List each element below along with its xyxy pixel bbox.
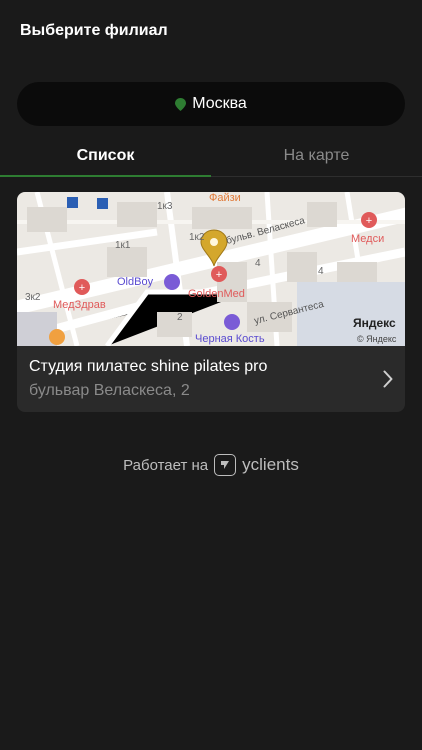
svg-text:+: +: [216, 269, 222, 281]
view-tabs: Список На карте: [0, 140, 422, 177]
powered-by-label: Работает на: [123, 456, 209, 474]
map-copyright: © Яндекс: [357, 334, 397, 344]
map-label-b3: 1к2: [189, 232, 205, 243]
branch-map-preview: + + + Файзи Медси OldBoy GoldenMed МедЗд…: [17, 192, 405, 346]
map-label-goldenmed: GoldenMed: [188, 288, 245, 300]
map-label-medzdrav: МедЗдрав: [53, 299, 106, 311]
tab-list[interactable]: Список: [0, 140, 211, 177]
map-label-n4b: 4: [318, 266, 324, 277]
map-label-oldboy: OldBoy: [117, 276, 154, 288]
tab-map[interactable]: На карте: [211, 140, 422, 176]
branch-address: бульвар Веласкеса, 2: [29, 382, 190, 399]
svg-text:+: +: [79, 282, 85, 294]
yandex-logo: Яндекс: [353, 316, 396, 330]
city-label: Москва: [192, 95, 247, 112]
map-label-chernaya: Черная Кость: [195, 333, 265, 345]
page-title: Выберите филиал: [20, 22, 168, 39]
brand-name: yclients: [242, 455, 299, 474]
city-selector-button[interactable]: Москва: [17, 82, 405, 126]
map-label-n4a: 4: [255, 258, 261, 269]
chevron-right-icon: [383, 370, 393, 388]
map-label-b4: 3к2: [25, 292, 41, 303]
map-label-b2: 1к1: [115, 240, 131, 251]
map-label-n2: 2: [177, 312, 183, 323]
map-label-faizi: Файзи: [209, 192, 241, 204]
branch-name: Студия пилатес shine pilates pro: [29, 358, 268, 375]
location-pin-icon: [175, 97, 187, 111]
branch-info: Студия пилатес shine pilates pro бульвар…: [29, 358, 369, 400]
yclients-logo-icon: [214, 454, 237, 476]
map-label-b1: 1к3: [157, 201, 173, 212]
powered-by-footer: Работает на yclients: [0, 454, 422, 476]
svg-text:+: +: [366, 215, 372, 227]
map-label-medsi: Медси: [351, 233, 384, 245]
branch-card[interactable]: + + + Файзи Медси OldBoy GoldenMed МедЗд…: [17, 192, 405, 412]
